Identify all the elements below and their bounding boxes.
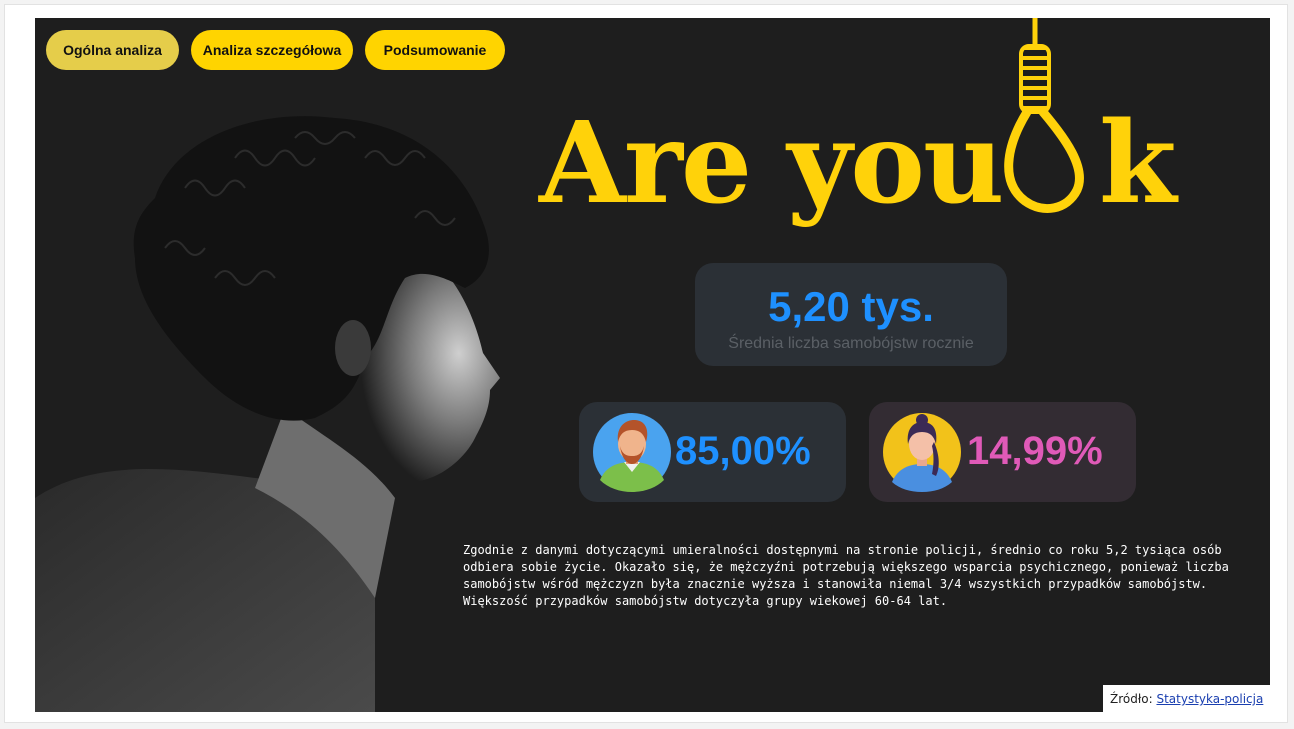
report-frame: Ogólna analiza Analiza szczegółowa Podsu… (4, 4, 1288, 723)
nav-analiza-szczegolowa-button[interactable]: Analiza szczegółowa (191, 30, 353, 70)
men-share-value: 85,00% (675, 429, 811, 473)
female-avatar-icon (883, 413, 961, 492)
man-portrait-image (35, 116, 500, 712)
description-paragraph: Zgodnie z danymi dotyczącymi umieralnośc… (463, 543, 1229, 608)
source-label: Źródło: (1110, 692, 1157, 706)
nav-podsumowanie-button[interactable]: Podsumowanie (365, 30, 505, 70)
women-share-card: 14,99% (869, 402, 1136, 502)
title-part1: Are you (539, 98, 1004, 229)
total-suicides-value: 5,20 tys. (768, 283, 934, 330)
source-box: Źródło: Statystyka-policja (1103, 685, 1271, 713)
report-canvas: Ogólna analiza Analiza szczegółowa Podsu… (35, 18, 1270, 712)
women-share-value: 14,99% (967, 429, 1103, 473)
nav-ogolna-analiza-button[interactable]: Ogólna analiza (46, 30, 179, 70)
page-title: Are you k (539, 108, 1177, 220)
men-share-card: 85,00% (579, 402, 846, 502)
total-suicides-card: 5,20 tys. Średnia liczba samobójstw rocz… (695, 263, 1007, 366)
source-link[interactable]: Statystyka-policja (1156, 692, 1263, 706)
title-block: Are you k (535, 18, 1235, 248)
noose-icon (1004, 18, 1084, 213)
male-avatar-icon (593, 413, 671, 492)
title-part2: k (1099, 98, 1177, 229)
total-suicides-label: Średnia liczba samobójstw rocznie (728, 335, 974, 352)
